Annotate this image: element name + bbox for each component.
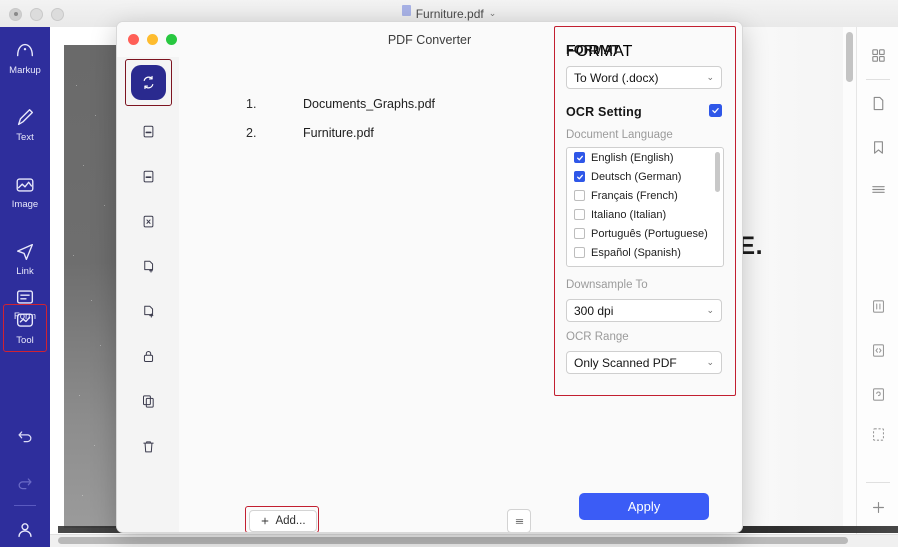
- plus-icon: [872, 501, 884, 513]
- right-sidebar-divider-2: [866, 482, 890, 483]
- to-ppt-icon: [143, 170, 153, 182]
- panel-button-stamp[interactable]: [857, 382, 898, 406]
- app-window: Furniture.pdf ⌄ Markup Text Image Link F…: [0, 0, 898, 547]
- page-layout-icon: [872, 299, 884, 313]
- file-name: Documents_Graphs.pdf: [303, 96, 436, 111]
- vertical-scrollbar-track[interactable]: [843, 27, 856, 527]
- undo-icon: [18, 431, 32, 443]
- crop-icon: [872, 427, 884, 441]
- account-icon: [18, 523, 32, 538]
- sidebar-item-label: Image: [11, 199, 39, 210]
- lock-icon: [143, 350, 153, 362]
- hamburger-icon: [515, 518, 523, 524]
- left-sidebar: Markup Text Image Link Form Tool: [0, 27, 50, 547]
- sidebar-item-label: Link: [16, 266, 34, 277]
- file-row[interactable]: 2. Furniture.pdf: [179, 118, 613, 147]
- file-index: 1.: [246, 96, 257, 111]
- rail-button-to-excel[interactable]: [117, 210, 179, 232]
- rail-button-convert[interactable]: [131, 65, 166, 100]
- apply-button[interactable]: Apply: [579, 493, 709, 520]
- to-doc-icon: [143, 125, 153, 137]
- add-button-label: Add...: [275, 515, 306, 527]
- link-icon: [16, 243, 34, 261]
- add-page-icon: [143, 260, 153, 273]
- sidebar-item-label: Markup: [9, 65, 41, 76]
- rail-button-to-ppt[interactable]: [117, 165, 179, 187]
- file-name: Furniture.pdf: [303, 125, 374, 140]
- sidebar-divider: [14, 505, 36, 506]
- sidebar-redo-button[interactable]: [0, 474, 50, 494]
- redo-icon: [18, 478, 32, 490]
- sidebar-item-image[interactable]: Image: [0, 174, 50, 210]
- rail-button-to-word[interactable]: [117, 120, 179, 142]
- image-icon: [16, 178, 34, 192]
- sidebar-item-label: Text: [16, 132, 34, 143]
- panel-button-grid[interactable]: [857, 43, 898, 67]
- horizontal-scrollbar-thumb[interactable]: [58, 537, 848, 544]
- format-panel-highlight: [554, 26, 736, 396]
- dialog-tool-rail: [117, 57, 180, 532]
- copy-icon: [142, 394, 154, 408]
- sidebar-item-markup[interactable]: Markup: [0, 40, 50, 76]
- document-title-text: Furniture.pdf: [415, 6, 484, 21]
- page-thumbnail-strip[interactable]: [64, 45, 116, 528]
- rail-button-lock[interactable]: [117, 345, 179, 367]
- add-file-button[interactable]: Add...: [249, 510, 317, 532]
- sidebar-account-button[interactable]: [0, 519, 50, 541]
- code-brackets-icon: [872, 343, 884, 357]
- panel-button-outline[interactable]: [857, 177, 898, 201]
- outline-list-icon: [871, 185, 885, 193]
- list-options-button[interactable]: [507, 509, 531, 532]
- stamp-icon: [872, 387, 884, 401]
- plus-icon: [262, 517, 269, 525]
- rail-button-copy[interactable]: [117, 390, 179, 412]
- pdf-converter-dialog: PDF Converter 1. Documents_Graphs.pdf 2.…: [116, 21, 743, 533]
- sidebar-item-link[interactable]: Link: [0, 241, 50, 277]
- sidebar-item-label: Tool: [16, 335, 34, 346]
- panel-button-add[interactable]: [857, 495, 898, 519]
- file-index: 2.: [246, 125, 257, 140]
- rail-button-delete[interactable]: [117, 435, 179, 457]
- pencil-icon: [17, 109, 34, 126]
- panel-button-bookmarks[interactable]: [857, 135, 898, 159]
- page-thumbnail-icon: [873, 96, 883, 110]
- grid-panels-icon: [871, 48, 885, 62]
- bookmark-icon: [873, 140, 883, 154]
- tool-icon: [16, 313, 34, 327]
- rail-button-add-page[interactable]: [117, 255, 179, 277]
- to-excel-icon: [143, 215, 153, 227]
- vertical-scrollbar-thumb[interactable]: [846, 32, 853, 82]
- rail-button-new-page[interactable]: [117, 300, 179, 322]
- right-sidebar: [856, 27, 898, 547]
- chevron-down-icon[interactable]: ⌄: [489, 8, 497, 19]
- panel-button-crop[interactable]: [857, 422, 898, 446]
- apply-button-label: Apply: [627, 499, 661, 514]
- file-list: 1. Documents_Graphs.pdf 2. Furniture.pdf: [179, 57, 613, 497]
- trash-icon: [142, 440, 154, 452]
- markup-icon: [16, 43, 34, 57]
- panel-button-layout[interactable]: [857, 294, 898, 318]
- convert-icon: [143, 75, 154, 90]
- panel-button-code[interactable]: [857, 338, 898, 362]
- sidebar-item-text[interactable]: Text: [0, 107, 50, 143]
- sidebar-undo-button[interactable]: [0, 427, 50, 447]
- panel-button-pages[interactable]: [857, 91, 898, 115]
- file-row[interactable]: 1. Documents_Graphs.pdf: [179, 89, 613, 118]
- pdf-file-icon: [401, 5, 411, 16]
- sidebar-item-tool[interactable]: Tool: [0, 310, 50, 346]
- right-sidebar-divider-1: [866, 79, 890, 80]
- new-page-icon: [143, 305, 153, 318]
